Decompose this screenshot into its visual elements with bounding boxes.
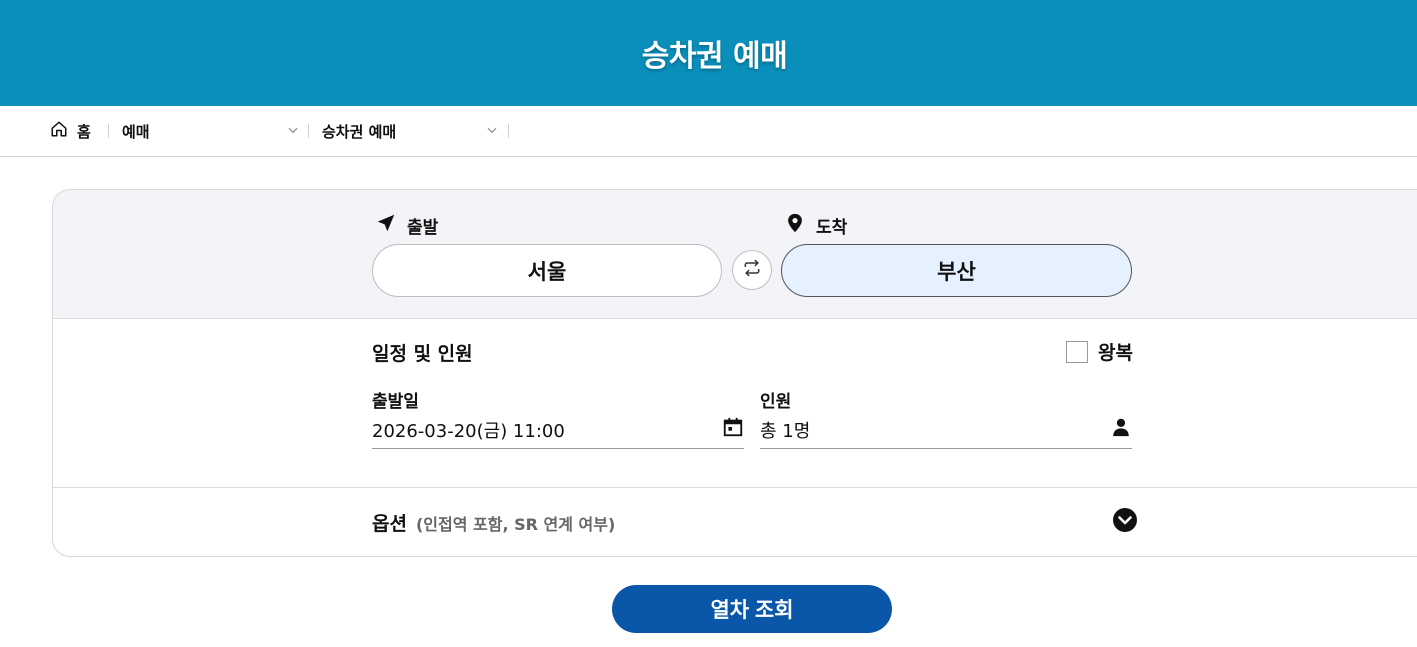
roundtrip-toggle[interactable]: 왕복 (1066, 338, 1133, 365)
search-trains-button[interactable]: 열차 조회 (612, 585, 892, 633)
passenger-count-value: 총 1명 (760, 420, 811, 442)
arrival-station-value: 부산 (937, 259, 976, 284)
calendar-icon[interactable] (722, 416, 744, 443)
map-pin-icon (784, 212, 806, 239)
departure-station-value: 서울 (527, 259, 567, 284)
breadcrumb-level1[interactable]: 예매 (122, 121, 150, 141)
swap-stations-button[interactable] (732, 250, 772, 290)
departure-date-value: 2026-03-20(금) 11:00 (372, 420, 565, 442)
schedule-section-title: 일정 및 인원 (372, 343, 473, 365)
arrival-label: 도착 (784, 212, 847, 239)
route-section: 출발 도착 서울 부산 (53, 190, 1417, 319)
departure-date-label: 출발일 (372, 392, 419, 412)
swap-icon (742, 258, 762, 282)
home-icon (50, 120, 68, 142)
chevron-down-icon[interactable] (485, 123, 499, 137)
departure-station-button[interactable]: 서울 (372, 244, 722, 297)
roundtrip-checkbox[interactable] (1066, 340, 1088, 363)
departure-date-field[interactable]: 2026-03-20(금) 11:00 (372, 411, 744, 449)
breadcrumb: 홈 예매 승차권 예매 (0, 106, 1417, 157)
options-title-text: 옵션 (372, 513, 407, 535)
schedule-section: 일정 및 인원 왕복 출발일 2026-03-20(금) 11:00 인원 총 … (53, 319, 1417, 488)
breadcrumb-divider (508, 124, 509, 138)
page-title: 승차권 예매 (641, 39, 788, 74)
booking-form: 출발 도착 서울 부산 일정 및 인원 왕복 출발일 2026-03-20(금)… (52, 189, 1417, 557)
options-section[interactable]: 옵션 (인접역 포함, SR 연계 여부) (53, 488, 1417, 556)
passenger-label: 인원 (760, 392, 792, 412)
arrival-station-button[interactable]: 부산 (781, 244, 1132, 297)
breadcrumb-level2[interactable]: 승차권 예매 (322, 121, 396, 141)
breadcrumb-divider (308, 124, 309, 138)
breadcrumb-divider (108, 124, 109, 138)
roundtrip-label: 왕복 (1098, 342, 1133, 364)
breadcrumb-home[interactable]: 홈 (50, 121, 91, 141)
chevron-down-icon[interactable] (286, 123, 300, 137)
options-title: 옵션 (인접역 포함, SR 연계 여부) (372, 509, 615, 536)
page-header: 승차권 예매 (0, 0, 1417, 106)
passenger-field[interactable]: 총 1명 (760, 411, 1132, 449)
chevron-circle-down-icon[interactable] (1112, 507, 1138, 533)
options-subtitle: (인접역 포함, SR 연계 여부) (415, 515, 616, 534)
departure-label: 출발 (375, 212, 438, 239)
navigation-arrow-icon (375, 212, 397, 239)
person-icon[interactable] (1110, 416, 1132, 443)
breadcrumb-home-label: 홈 (77, 122, 91, 141)
